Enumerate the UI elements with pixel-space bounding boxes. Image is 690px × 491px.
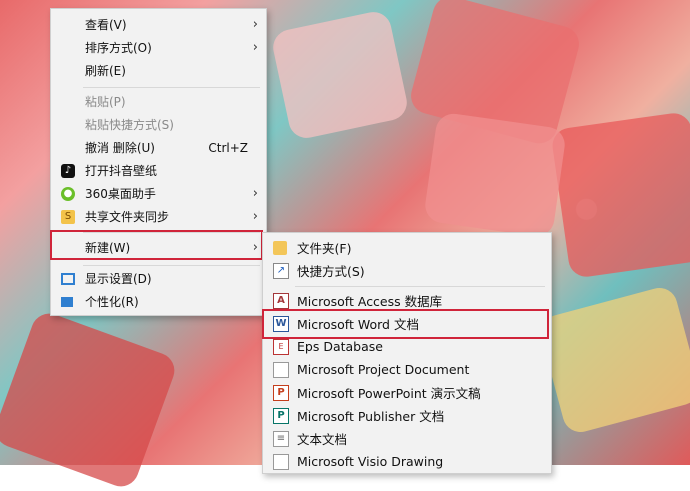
360-icon: ● [61,186,75,201]
menu-separator [295,286,545,287]
chevron-right-icon: › [252,209,258,224]
desktop-context-menu: 查看(V) › 排序方式(O) › 刷新(E) 粘贴(P) 粘贴快捷方式(S) … [50,8,267,316]
submenu-item-publisher[interactable]: P Microsoft Publisher 文档 [263,404,551,427]
menu-item-share-sync[interactable]: S 共享文件夹同步 › [51,205,266,228]
menu-item-label: 360桌面助手 [85,187,156,201]
shortcut-label: Ctrl+Z [208,140,248,155]
menu-item-label: 共享文件夹同步 [85,210,170,224]
submenu-item-powerpoint[interactable]: P Microsoft PowerPoint 演示文稿 [263,381,551,404]
word-item-highlight [262,309,549,339]
eps-icon: E [273,338,289,355]
chevron-right-icon: › [252,186,258,201]
menu-item-label: 粘贴(P) [85,95,126,109]
tiktok-icon: ♪ [61,163,75,178]
submenu-item-label: Microsoft Access 数据库 [297,294,443,309]
menu-item-personalize[interactable]: 个性化(R) [51,290,266,313]
menu-item-douyin-wallpaper[interactable]: ♪ 打开抖音壁纸 [51,159,266,182]
submenu-item-label: Microsoft Visio Drawing [297,454,444,469]
submenu-item-text-document[interactable]: ≡ 文本文档 [263,427,551,450]
share-sync-icon: S [61,209,75,224]
menu-item-label: 粘贴快捷方式(S) [85,118,174,132]
menu-item-paste[interactable]: 粘贴(P) [51,90,266,113]
new-submenu: 文件夹(F) ↗ 快捷方式(S) A Microsoft Access 数据库 … [262,232,552,474]
menu-item-label: 排序方式(O) [85,41,152,55]
menu-separator [83,87,260,88]
publisher-icon: P [273,407,289,424]
access-icon: A [273,292,289,309]
visio-icon [273,453,289,470]
display-icon [61,272,75,285]
submenu-item-visio[interactable]: Microsoft Visio Drawing [263,450,551,473]
menu-item-label: 查看(V) [85,18,127,32]
menu-item-label: 撤消 删除(U) [85,141,155,155]
submenu-item-label: 文本文档 [297,432,348,447]
submenu-item-project[interactable]: Microsoft Project Document [263,358,551,381]
menu-separator [83,265,260,266]
menu-item-paste-shortcut[interactable]: 粘贴快捷方式(S) [51,113,266,136]
submenu-item-label: Microsoft Project Document [297,362,470,377]
chevron-right-icon: › [252,40,258,55]
menu-item-360-desktop[interactable]: ● 360桌面助手 › [51,182,266,205]
menu-item-undo-delete[interactable]: 撤消 删除(U) Ctrl+Z [51,136,266,159]
menu-item-sort-by[interactable]: 排序方式(O) › [51,36,266,59]
menu-item-label: 刷新(E) [85,64,126,78]
submenu-item-label: 文件夹(F) [297,241,352,256]
shortcut-icon: ↗ [273,262,289,279]
submenu-item-label: Eps Database [297,339,383,354]
submenu-item-label: Microsoft PowerPoint 演示文稿 [297,386,481,401]
submenu-item-folder[interactable]: 文件夹(F) [263,236,551,259]
personalize-icon [61,296,73,307]
menu-item-label: 个性化(R) [85,295,139,309]
new-item-highlight [50,230,263,260]
submenu-item-label: 快捷方式(S) [297,264,365,279]
chevron-right-icon: › [252,17,258,32]
menu-item-display-settings[interactable]: 显示设置(D) [51,267,266,290]
submenu-item-shortcut[interactable]: ↗ 快捷方式(S) [263,259,551,282]
menu-item-refresh[interactable]: 刷新(E) [51,59,266,82]
menu-item-label: 显示设置(D) [85,272,152,286]
menu-item-view[interactable]: 查看(V) › [51,13,266,36]
text-doc-icon: ≡ [273,430,289,447]
menu-item-label: 打开抖音壁纸 [85,164,158,178]
project-icon [273,361,289,378]
submenu-item-label: Microsoft Publisher 文档 [297,409,445,424]
folder-icon [273,240,287,255]
powerpoint-icon: P [273,384,289,401]
